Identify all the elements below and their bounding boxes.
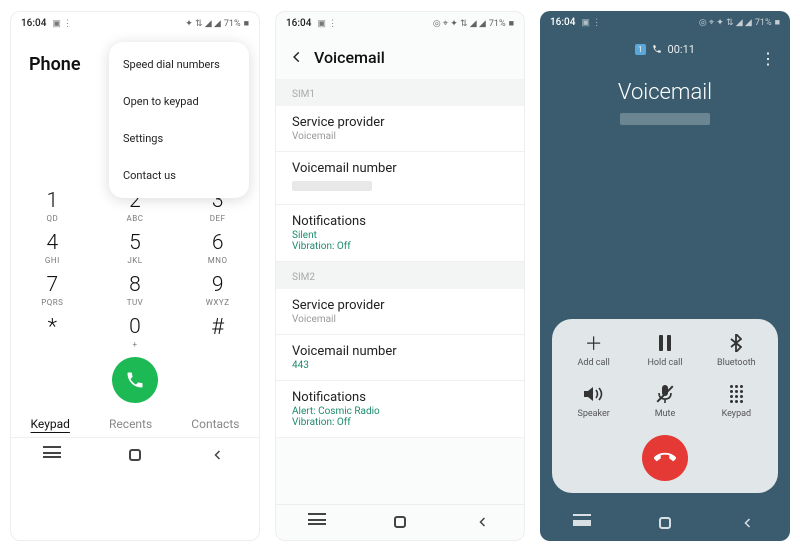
screen-in-call: 16:04 ▣ ⋮ ◎ ⌖ ✦ ⇅ ◢ ◢ 71%■ ⋮ 1 00:11 Voi…: [540, 11, 790, 541]
section-sim1-label: SIM1: [276, 79, 524, 106]
nav-home-button[interactable]: [651, 516, 679, 530]
nav-recents-button[interactable]: [38, 448, 66, 462]
sim-badge: 1: [635, 44, 646, 55]
row-sim1-number[interactable]: Voicemail number: [276, 152, 524, 205]
phone-small-icon: [652, 44, 662, 54]
row-sim1-notifications[interactable]: Notifications Silent Vibration: Off: [276, 205, 524, 262]
back-icon[interactable]: [290, 50, 304, 64]
speaker-icon: [558, 384, 629, 404]
action-add-call[interactable]: ＋ Add call: [558, 333, 629, 368]
menu-contact-us[interactable]: Contact us: [109, 157, 249, 194]
end-call-button[interactable]: [642, 435, 688, 481]
row-sim2-number[interactable]: Voicemail number 443: [276, 335, 524, 381]
action-mute[interactable]: Mute: [629, 384, 700, 419]
key-hash[interactable]: #: [176, 315, 259, 349]
nav-home-button[interactable]: [386, 515, 414, 529]
keypad-icon: [701, 384, 772, 404]
row-sim2-provider[interactable]: Service provider Voicemail: [276, 289, 524, 335]
call-timer: 1 00:11: [540, 43, 790, 56]
nav-back-button[interactable]: [469, 515, 497, 529]
action-bluetooth[interactable]: Bluetooth: [701, 333, 772, 368]
key-0[interactable]: 0+: [94, 315, 177, 349]
screen-voicemail-settings: 16:04 ▣ ⋮ ◎ ⌖ ✦ ⇅ ◢ ◢ 71%■ Voicemail SIM…: [275, 11, 525, 541]
status-bar: 16:04 ▣ ⋮ ◎ ⌖ ✦ ⇅ ◢ ◢ 71%■: [540, 11, 790, 35]
tab-recents[interactable]: Recents: [109, 417, 152, 431]
key-star[interactable]: *: [11, 315, 94, 349]
call-info: 1 00:11 Voicemail: [540, 35, 790, 125]
row-sim2-notifications[interactable]: Notifications Alert: Cosmic Radio Vibrat…: [276, 381, 524, 438]
redacted-number: [292, 181, 372, 191]
status-left-icons: ▣ ⋮: [581, 18, 601, 28]
key-6[interactable]: 6MNO: [176, 231, 259, 265]
screen-phone-keypad: 16:04 ▣ ⋮ ✦ ⇅ ◢ ◢ 71%■ Phone Speed dial …: [10, 11, 260, 541]
android-navbar: [540, 505, 790, 541]
call-button[interactable]: [112, 357, 158, 403]
status-right-icons: ◎ ⌖ ✦ ⇅ ◢ ◢ 71%■: [433, 18, 514, 29]
action-keypad[interactable]: Keypad: [701, 384, 772, 419]
action-hold-call[interactable]: Hold call: [629, 333, 700, 368]
status-left-icons: ▣ ⋮: [317, 19, 337, 29]
android-navbar: [276, 504, 524, 540]
section-sim2-label: SIM2: [276, 262, 524, 289]
caller-number-redacted: [620, 113, 710, 125]
tab-keypad[interactable]: Keypad: [31, 417, 70, 431]
status-right-icons: ◎ ⌖ ✦ ⇅ ◢ ◢ 71%■: [699, 17, 780, 28]
plus-icon: ＋: [558, 333, 629, 353]
key-7[interactable]: 7PQRS: [11, 273, 94, 307]
overflow-menu: Speed dial numbers Open to keypad Settin…: [109, 42, 249, 198]
status-bar: 16:04 ▣ ⋮ ◎ ⌖ ✦ ⇅ ◢ ◢ 71%■: [276, 12, 524, 36]
menu-speed-dial[interactable]: Speed dial numbers: [109, 46, 249, 83]
settings-title: Voicemail: [314, 48, 385, 67]
mute-icon: [629, 384, 700, 404]
call-duration: 00:11: [668, 43, 695, 56]
nav-home-button[interactable]: [121, 448, 149, 462]
nav-recents-button[interactable]: [568, 516, 596, 530]
bluetooth-icon: [701, 333, 772, 353]
phone-icon: [125, 370, 145, 390]
key-8[interactable]: 8TUV: [94, 273, 177, 307]
nav-back-button[interactable]: [204, 448, 232, 462]
nav-back-button[interactable]: [734, 516, 762, 530]
key-5[interactable]: 5JKL: [94, 231, 177, 265]
key-4[interactable]: 4GHI: [11, 231, 94, 265]
status-left-icons: ▣ ⋮: [52, 19, 72, 29]
key-1[interactable]: 1QD: [11, 189, 94, 223]
caller-name: Voicemail: [540, 80, 790, 105]
nav-recents-button[interactable]: [303, 515, 331, 529]
android-navbar: [11, 437, 259, 473]
bottom-tabs: Keypad Recents Contacts: [11, 403, 259, 437]
status-time: 16:04: [550, 17, 575, 28]
status-time: 16:04: [286, 18, 311, 29]
tab-contacts[interactable]: Contacts: [191, 417, 239, 431]
action-speaker[interactable]: Speaker: [558, 384, 629, 419]
menu-settings[interactable]: Settings: [109, 120, 249, 157]
row-sim1-provider[interactable]: Service provider Voicemail: [276, 106, 524, 152]
settings-header: Voicemail: [276, 36, 524, 79]
status-bar: 16:04 ▣ ⋮ ✦ ⇅ ◢ ◢ 71%■: [11, 12, 259, 36]
status-time: 16:04: [21, 18, 46, 29]
pause-icon: [629, 333, 700, 353]
call-actions-panel: ＋ Add call Hold call Bluetooth Speaker M…: [552, 319, 778, 493]
dialpad: 1QD 2ABC 3DEF 4GHI 5JKL 6MNO 7PQRS 8TUV …: [11, 189, 259, 349]
hangup-icon: [654, 447, 676, 469]
status-right-icons: ✦ ⇅ ◢ ◢ 71%■: [185, 18, 249, 29]
key-9[interactable]: 9WXYZ: [176, 273, 259, 307]
menu-open-keypad[interactable]: Open to keypad: [109, 83, 249, 120]
